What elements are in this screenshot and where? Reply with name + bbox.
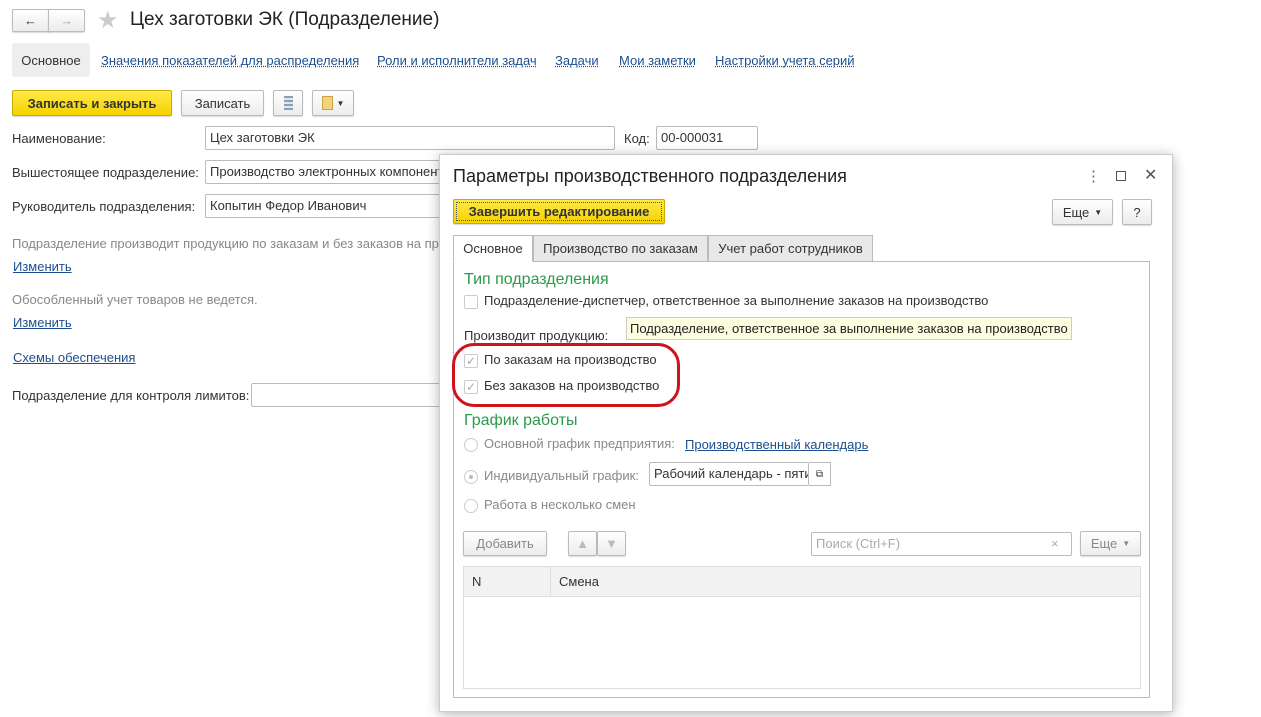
column-n[interactable]: N bbox=[464, 567, 551, 596]
produces-label: Производит продукцию: bbox=[464, 328, 609, 343]
tab-series[interactable]: Настройки учета серий bbox=[715, 53, 855, 68]
limits-label: Подразделение для контроля лимитов: bbox=[12, 388, 250, 403]
shifts-radio[interactable]: Работа в несколько смен bbox=[464, 497, 636, 513]
more-button[interactable]: Еще ▼ bbox=[1052, 199, 1113, 225]
red-highlight-ellipse bbox=[452, 343, 680, 407]
tab-indicators[interactable]: Значения показателей для распределения bbox=[101, 53, 359, 68]
head-label: Руководитель подразделения: bbox=[12, 199, 196, 214]
individual-radio[interactable]: Индивидуальный график: bbox=[464, 468, 639, 484]
open-icon[interactable]: ⧉ bbox=[809, 462, 831, 486]
save-button[interactable]: Записать bbox=[181, 90, 264, 116]
tab-roles[interactable]: Роли и исполнители задач bbox=[377, 53, 537, 68]
clear-search-icon[interactable]: × bbox=[1051, 536, 1059, 551]
dialog-title: Параметры производственного подразделени… bbox=[453, 166, 847, 186]
dialog-tab-main[interactable]: Основное bbox=[453, 235, 533, 262]
dispatcher-label: Подразделение-диспетчер, ответственное з… bbox=[484, 293, 989, 308]
help-button[interactable]: ? bbox=[1122, 199, 1152, 225]
forward-button[interactable]: → bbox=[48, 9, 85, 32]
tab-notes[interactable]: Мои заметки bbox=[619, 53, 696, 68]
move-up-icon[interactable]: ▲ bbox=[568, 531, 597, 556]
print-menu-icon[interactable]: ▼ bbox=[312, 90, 354, 116]
add-button[interactable]: Добавить bbox=[463, 531, 547, 556]
individual-label: Индивидуальный график: bbox=[484, 468, 639, 483]
schedule-header: График работы bbox=[464, 412, 578, 429]
main-schedule-label: Основной график предприятия: bbox=[484, 436, 675, 451]
individual-calendar-field[interactable]: Рабочий календарь - пятидневка bbox=[649, 462, 809, 486]
tab-tasks[interactable]: Задачи bbox=[555, 53, 599, 68]
dialog-tab-employees[interactable]: Учет работ сотрудников bbox=[708, 235, 873, 262]
code-field[interactable]: 00-000031 bbox=[656, 126, 758, 150]
main-schedule-radio[interactable]: Основной график предприятия: bbox=[464, 436, 675, 452]
finish-editing-button[interactable]: Завершить редактирование bbox=[453, 199, 665, 224]
page-title: Цех заготовки ЭК (Подразделение) bbox=[130, 9, 440, 30]
report-list-icon[interactable] bbox=[273, 90, 303, 116]
production-note: Подразделение производит продукцию по за… bbox=[12, 236, 440, 251]
table-more-button[interactable]: Еще ▼ bbox=[1080, 531, 1141, 556]
parent-label: Вышестоящее подразделение: bbox=[12, 165, 199, 180]
shifts-label: Работа в несколько смен bbox=[484, 497, 636, 512]
dialog: Параметры производственного подразделени… bbox=[439, 154, 1173, 712]
dialog-tab-orders[interactable]: Производство по заказам bbox=[533, 235, 708, 262]
change-accounting-link[interactable]: Изменить bbox=[13, 315, 72, 330]
code-label: Код: bbox=[624, 131, 650, 146]
tab-main[interactable]: Основное bbox=[12, 43, 90, 77]
supply-schemes-link[interactable]: Схемы обеспечения bbox=[13, 350, 135, 365]
calendar-link[interactable]: Производственный календарь bbox=[685, 437, 868, 452]
favorite-star-icon[interactable]: ★ bbox=[97, 6, 119, 35]
maximize-icon[interactable] bbox=[1116, 171, 1126, 181]
more-actions-icon[interactable]: ⋮ bbox=[1086, 167, 1101, 185]
save-close-button[interactable]: Записать и закрыть bbox=[12, 90, 172, 116]
move-down-icon[interactable]: ▼ bbox=[597, 531, 626, 556]
dispatcher-checkbox[interactable]: Подразделение-диспетчер, ответственное з… bbox=[464, 293, 988, 309]
table-more-label: Еще bbox=[1090, 536, 1118, 551]
shifts-table: N Смена bbox=[463, 566, 1141, 689]
name-label: Наименование: bbox=[12, 131, 106, 146]
more-label: Еще bbox=[1062, 204, 1090, 220]
close-icon[interactable]: ✕ bbox=[1144, 165, 1157, 185]
column-shift[interactable]: Смена bbox=[551, 567, 607, 596]
change-production-link[interactable]: Изменить bbox=[13, 259, 72, 274]
separate-accounting-note: Обособленный учет товаров не ведется. bbox=[12, 292, 258, 307]
back-button[interactable]: ← bbox=[12, 9, 49, 32]
tooltip: Подразделение, ответственное за выполнен… bbox=[626, 317, 1072, 340]
type-header: Тип подразделения bbox=[464, 271, 609, 288]
name-field[interactable]: Цех заготовки ЭК bbox=[205, 126, 615, 150]
search-input[interactable]: Поиск (Ctrl+F) bbox=[811, 532, 1072, 556]
